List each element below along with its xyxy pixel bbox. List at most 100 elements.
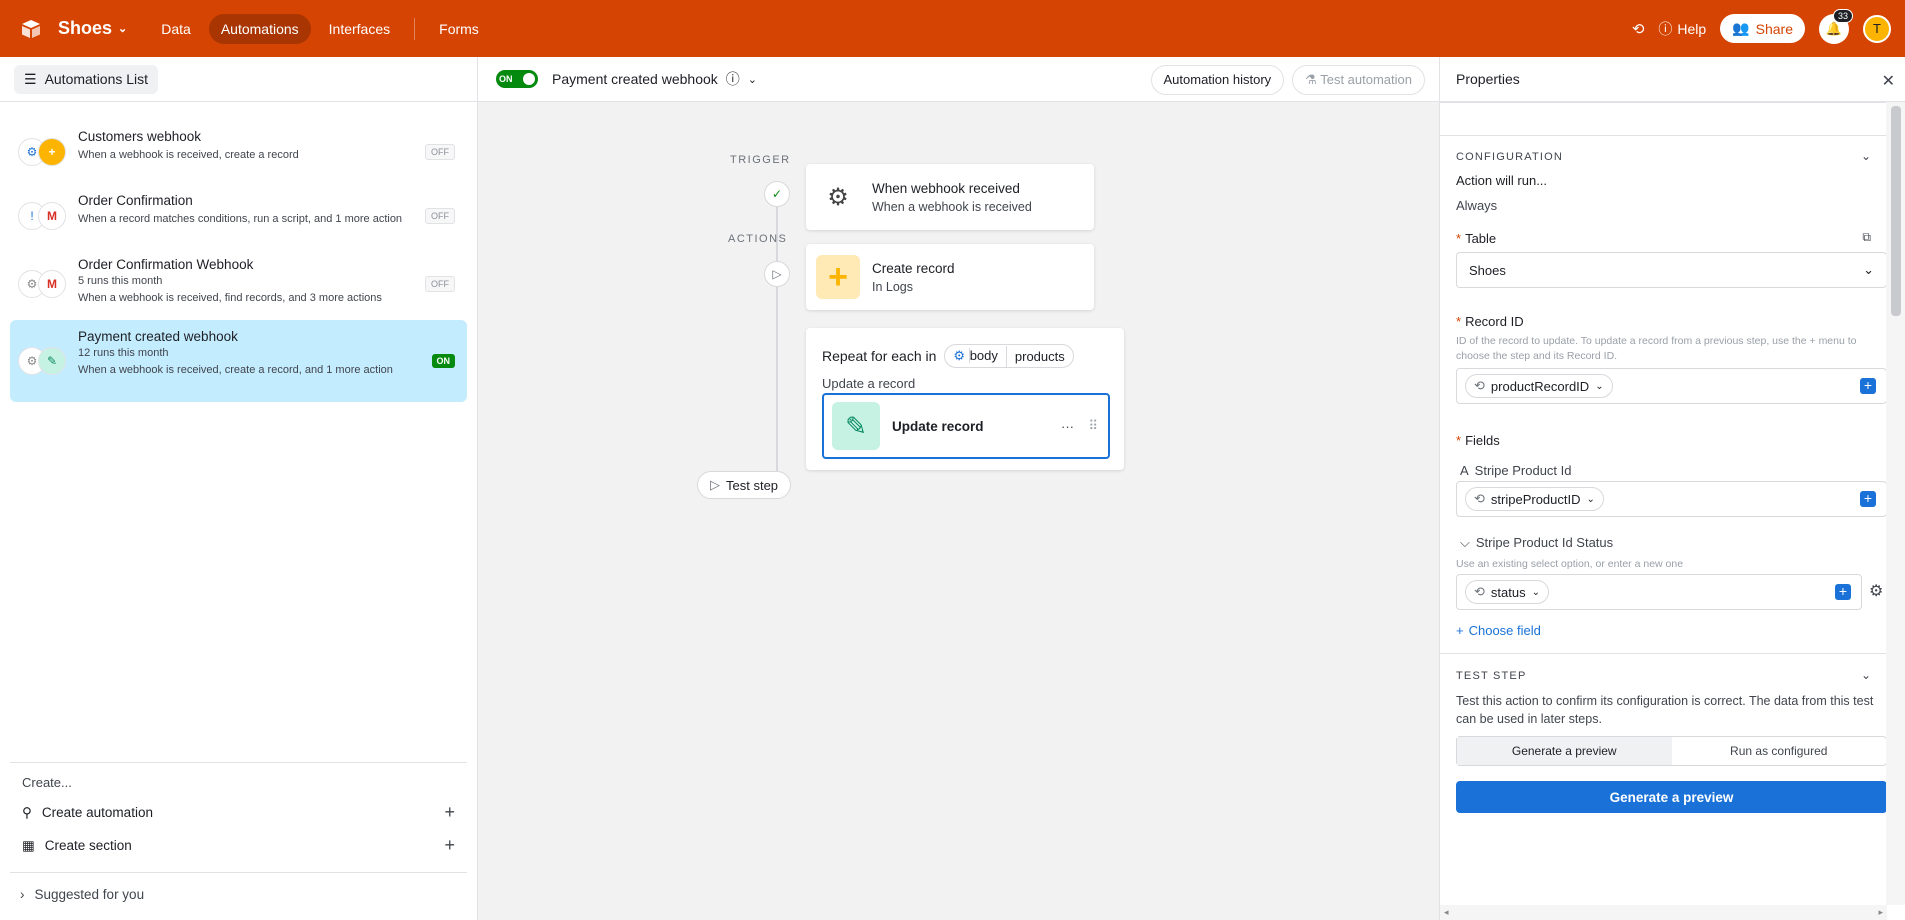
test-automation-button[interactable]: ⚗ Test automation [1292,65,1425,95]
automation-icons: ⚙ + [18,138,66,166]
choose-field-label: Choose field [1468,623,1541,638]
nav-interfaces[interactable]: Interfaces [317,14,402,44]
status-badge: ON [431,354,455,368]
properties-body: CONFIGURATION ⌄ Action will run... Alway… [1440,102,1887,890]
airtable-logo-icon[interactable] [20,19,42,39]
loop-icon: ⟲ [1474,378,1485,393]
properties-title: Properties [1456,71,1520,87]
nav-data[interactable]: Data [149,14,203,44]
trigger-card[interactable]: ⚙ When webhook received When a webhook i… [806,164,1094,230]
nav-automations[interactable]: Automations [208,13,311,44]
generate-preview-button[interactable]: Generate a preview [1456,781,1887,813]
expand-icon[interactable]: ⧉ [1862,230,1871,245]
loop-icon: ⟲ [1474,584,1485,599]
automation-item-customers-webhook[interactable]: ⚙ + Customers webhook When a webhook is … [10,120,467,184]
properties-panel: Properties ✕ CONFIGURATION ⌄ Action will… [1439,57,1905,920]
automation-header: ON Payment created webhook ⓘ ⌄ Automatio… [478,57,1439,102]
scrollbar-thumb[interactable] [1891,106,1901,316]
insert-token-plus-icon[interactable]: + [1835,584,1851,600]
choose-field-button[interactable]: + Choose field [1456,623,1541,638]
action-will-run-value[interactable]: Always [1456,198,1497,213]
plus-icon: + [1456,623,1464,638]
automations-list: ⚙ + Customers webhook When a webhook is … [0,102,477,402]
share-button[interactable]: 👥 Share [1720,14,1805,43]
table-select[interactable]: Shoes ⌄ [1456,252,1887,288]
table-icon: ▦ [22,837,35,853]
status-token[interactable]: ⟲ status ⌄ [1465,580,1549,604]
test-step-label: Test step [726,477,779,493]
automation-title: Payment created webhook [78,329,238,344]
info-icon[interactable]: ⓘ [726,69,740,89]
vertical-scrollbar[interactable] [1886,102,1905,905]
create-automation-button[interactable]: ⚲ Create automation + [10,796,467,829]
automation-name[interactable]: Payment created webhook ⓘ ⌄ [552,69,757,89]
update-record-step[interactable]: ✎ Update record ··· ⠿ [822,393,1110,459]
notification-count: 33 [1832,8,1853,23]
field1-name-text: Stripe Product Id [1474,463,1572,478]
chevron-down-icon[interactable]: ⌄ [748,73,757,86]
automation-item-order-confirmation[interactable]: ! M Order Confirmation When a record mat… [10,184,467,248]
drag-handle-icon[interactable]: ⠿ [1088,418,1098,434]
create-label: Create... [22,775,72,790]
fields-label-text: Fields [1465,433,1500,448]
header-buttons: Automation history ⚗ Test automation [1150,65,1425,95]
generate-preview-tab[interactable]: Generate a preview [1457,737,1672,765]
chevron-down-icon[interactable]: ⌄ [1861,668,1871,682]
automation-runs: 12 runs this month [78,347,169,359]
horizontal-scrollbar[interactable]: ◂ ▸ [1440,905,1887,920]
create-section-button[interactable]: ▦ Create section + [10,829,467,862]
token-body-label: body [968,348,998,363]
notifications-button[interactable]: 🔔 33 [1819,8,1853,44]
gear-icon[interactable]: ⚙ [1869,581,1883,601]
insert-token-plus-icon[interactable]: + [1860,378,1876,394]
automations-list-button[interactable]: ☰ Automations List [14,64,159,94]
scroll-left-icon[interactable]: ◂ [1444,907,1449,918]
chevron-down-icon: ⌄ [1586,493,1595,505]
fields-label: * Fields [1456,433,1500,448]
record-id-label-text: Record ID [1465,314,1524,329]
repeat-list-token[interactable]: ⚙ body products [944,344,1074,368]
single-select-icon: ⌵ [1460,535,1470,550]
automation-icons: ! M [18,202,66,230]
actions-label: ACTIONS [728,233,788,245]
stripe-product-id-token[interactable]: ⟲ stripeProductID ⌄ [1465,487,1604,511]
trigger-label: TRIGGER [730,154,791,166]
insert-token-plus-icon[interactable]: + [1860,491,1876,507]
chevron-down-icon[interactable]: ⌄ [1861,149,1871,163]
update-record-title: Update record [892,418,984,434]
stripe-product-id-field[interactable]: ⟲ stripeProductID ⌄ + [1456,481,1887,517]
suggested-for-you[interactable]: › Suggested for you [10,872,467,916]
scroll-right-icon[interactable]: ▸ [1878,907,1883,918]
avatar[interactable]: T [1863,14,1891,43]
create-section-label: Create section [44,838,132,853]
gmail-icon: M [38,270,66,298]
automation-toggle[interactable]: ON [496,70,538,88]
automation-name-label: Payment created webhook [552,71,718,87]
top-cut-field [1440,102,1887,103]
close-icon[interactable]: ✕ [1882,71,1895,91]
trigger-title: When webhook received [872,180,1020,196]
repeat-group-card[interactable]: Repeat for each in ⚙ body products Updat… [806,328,1124,470]
create-record-card[interactable]: + Create record In Logs [806,244,1094,310]
record-id-token[interactable]: ⟲ productRecordID ⌄ [1465,374,1613,398]
test-step-button[interactable]: ▷ Test step [697,471,792,499]
automation-description: When a webhook is received, create a rec… [78,149,299,161]
help-button[interactable]: ⓘ Help [1658,19,1706,39]
run-as-configured-tab[interactable]: Run as configured [1672,737,1887,765]
field2-name-text: Stripe Product Id Status [1475,535,1614,550]
automation-history-button[interactable]: Automation history [1150,65,1285,95]
base-name-dropdown[interactable]: Shoes ⌄ [58,18,127,39]
trigger-subtitle: When a webhook is received [872,199,1032,214]
table-label-text: Table [1465,231,1497,246]
status-token-label: status [1490,584,1526,600]
nav-forms[interactable]: Forms [427,14,491,44]
create-automation-label: Create automation [41,805,153,820]
configuration-heading: CONFIGURATION [1456,151,1564,163]
automation-item-payment-created-webhook[interactable]: ⚙ ✎ Payment created webhook 12 runs this… [10,320,467,402]
automation-item-order-confirmation-webhook[interactable]: ⚙ M Order Confirmation Webhook 5 runs th… [10,248,467,320]
record-id-field[interactable]: ⟲ productRecordID ⌄ + [1456,368,1887,404]
help-icon: ⓘ [1658,20,1673,37]
history-icon[interactable]: ⟲ [1632,20,1645,38]
more-options-icon[interactable]: ··· [1061,419,1074,434]
stripe-product-id-status-field[interactable]: ⟲ status ⌄ + [1456,574,1862,610]
